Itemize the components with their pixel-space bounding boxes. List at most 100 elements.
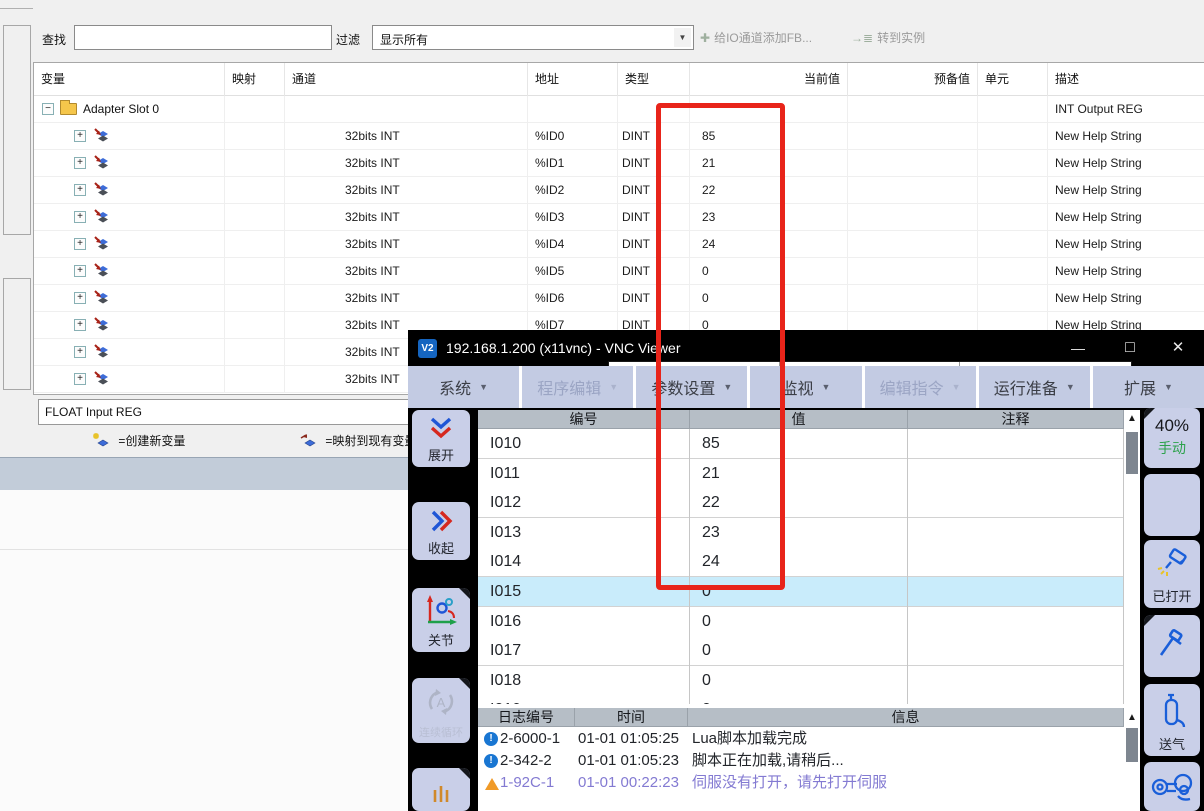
table-row[interactable]: +32bits INT%ID1DINT21New Help String <box>34 150 1204 177</box>
chevron-down-icon[interactable]: ▼ <box>674 28 691 47</box>
svg-text:A: A <box>437 695 446 710</box>
close-button[interactable]: ✕ <box>1156 330 1200 366</box>
joint-mode-button[interactable]: 关节 <box>412 588 470 652</box>
register-row[interactable]: I01323 <box>478 518 1124 548</box>
tree-expand-toggle[interactable]: + <box>74 373 86 385</box>
add-fb-button[interactable]: ✚给IO通道添加FB... <box>700 26 812 50</box>
cell <box>225 366 285 393</box>
info-icon: ! <box>484 754 498 768</box>
register-row[interactable]: I01085 <box>478 429 1124 459</box>
collapsed-panel-tab[interactable] <box>3 278 31 390</box>
cell: 0 <box>690 285 848 312</box>
menu-label: 系统 <box>439 375 471 399</box>
expand-button[interactable]: 展开 <box>412 410 470 467</box>
column-header: 日志编号 <box>478 708 575 727</box>
cell: New Help String <box>1048 177 1204 204</box>
column-header: 时间 <box>575 708 688 727</box>
torch-on-icon <box>1156 547 1190 581</box>
robot-arm-button[interactable] <box>1144 762 1200 811</box>
cell: 32bits INT <box>285 258 528 285</box>
tree-expand-toggle[interactable]: + <box>74 292 86 304</box>
tree-cell: + <box>34 366 225 393</box>
double-chevron-right-icon <box>428 508 454 534</box>
scroll-up-icon[interactable]: ▲ <box>1124 411 1140 427</box>
tree-expand-toggle[interactable]: + <box>74 319 86 331</box>
register-comment <box>908 666 1124 696</box>
menu-程序编辑[interactable]: 程序编辑▼ <box>522 366 633 408</box>
collapsed-panel-tab[interactable] <box>3 25 31 235</box>
log-scrollbar[interactable]: ▲ <box>1124 704 1140 807</box>
tree-expand-toggle[interactable]: + <box>74 130 86 142</box>
register-row[interactable]: I01424 <box>478 547 1124 577</box>
register-id: I012 <box>478 488 690 518</box>
table-row[interactable]: +32bits INT%ID2DINT22New Help String <box>34 177 1204 204</box>
filter-dropdown-value: 显示所有 <box>380 31 428 48</box>
table-row[interactable]: +32bits INT%ID0DINT85New Help String <box>34 123 1204 150</box>
mapped-variable-icon <box>94 371 110 387</box>
log-time: 01-01 00:22:23 <box>578 772 679 794</box>
menu-监视[interactable]: 监视▼ <box>750 366 861 408</box>
log-row[interactable]: !2-6000-101-01 01:05:25Lua脚本加载完成 <box>478 728 1124 750</box>
chevron-down-icon: ▼ <box>723 382 732 392</box>
register-comment <box>908 429 1124 459</box>
tree-expand-toggle[interactable]: + <box>74 265 86 277</box>
cell: INT Output REG <box>1048 96 1204 123</box>
table-row[interactable]: +32bits INT%ID6DINT0New Help String <box>34 285 1204 312</box>
menu-参数设置[interactable]: 参数设置▼ <box>636 366 747 408</box>
filter-dropdown[interactable]: 显示所有 ▼ <box>372 25 694 50</box>
gas-supply-button[interactable]: 送气 <box>1144 684 1200 756</box>
mapped-variable-icon <box>94 155 110 171</box>
register-row[interactable]: I0150 <box>478 577 1124 607</box>
register-row[interactable]: I01121 <box>478 459 1124 489</box>
register-row[interactable]: I0160 <box>478 607 1124 637</box>
tree-cell: + <box>34 339 225 366</box>
tree-collapse-toggle[interactable]: − <box>42 103 54 115</box>
tree-expand-toggle[interactable]: + <box>74 211 86 223</box>
chevron-down-icon: ▼ <box>1164 382 1173 392</box>
menu-label: 监视 <box>782 375 814 399</box>
tree-expand-toggle[interactable]: + <box>74 184 86 196</box>
search-input[interactable] <box>74 25 332 50</box>
collapse-button[interactable]: 收起 <box>412 502 470 560</box>
legend-map-label: =映射到现有变量 <box>325 434 416 448</box>
register-comment <box>908 577 1124 607</box>
blank-button[interactable] <box>1144 474 1200 536</box>
goto-instance-button[interactable]: →≣转到实例 <box>851 26 925 50</box>
menu-扩展[interactable]: 扩展▼ <box>1093 366 1204 408</box>
create-variable-icon <box>92 432 109 448</box>
register-value: 24 <box>690 547 908 577</box>
tree-expand-toggle[interactable]: + <box>74 238 86 250</box>
corner-marker <box>459 768 470 779</box>
register-row[interactable]: I0170 <box>478 636 1124 666</box>
table-row[interactable]: +32bits INT%ID5DINT0New Help String <box>34 258 1204 285</box>
scroll-up-icon[interactable]: ▲ <box>1124 710 1140 726</box>
speed-mode-button[interactable]: 40% 手动 <box>1144 408 1200 468</box>
table-row[interactable]: +32bits INT%ID3DINT23New Help String <box>34 204 1204 231</box>
mapped-variable-icon <box>94 317 110 333</box>
log-row[interactable]: 1-92C-101-01 00:22:23伺服没有打开，请先打开伺服 <box>478 772 1124 794</box>
scrollbar-thumb[interactable] <box>1126 432 1138 474</box>
tree-expand-toggle[interactable]: + <box>74 346 86 358</box>
log-row[interactable]: !2-342-201-01 01:05:23脚本正在加载,请稍后... <box>478 750 1124 772</box>
menu-系统[interactable]: 系统▼ <box>408 366 519 408</box>
torch-state-button[interactable]: 已打开 <box>1144 540 1200 608</box>
continuous-loop-button[interactable]: A 连续循环 <box>412 678 470 743</box>
left-partial-button[interactable] <box>412 768 470 811</box>
column-header: 编号 <box>478 410 690 429</box>
tree-expand-toggle[interactable]: + <box>74 157 86 169</box>
log-header: 日志编号时间信息 <box>478 708 1124 727</box>
table-row[interactable]: −Adapter Slot 0INT Output REG <box>34 96 1204 123</box>
menu-运行准备[interactable]: 运行准备▼ <box>979 366 1090 408</box>
register-row[interactable]: I0180 <box>478 666 1124 696</box>
table-row[interactable]: +32bits INT%ID4DINT24New Help String <box>34 231 1204 258</box>
register-row[interactable]: I01222 <box>478 488 1124 518</box>
torch-button[interactable] <box>1144 615 1200 677</box>
register-id: I017 <box>478 636 690 666</box>
register-scrollbar[interactable]: ▲ ▼ <box>1124 410 1140 740</box>
goto-instance-icon: →≣ <box>851 31 873 45</box>
column-header: 类型 <box>618 63 690 96</box>
cell: DINT <box>618 123 690 150</box>
register-value: 23 <box>690 518 908 548</box>
menu-编辑指令[interactable]: 编辑指令▼ <box>865 366 976 408</box>
scrollbar-thumb[interactable] <box>1126 728 1138 762</box>
